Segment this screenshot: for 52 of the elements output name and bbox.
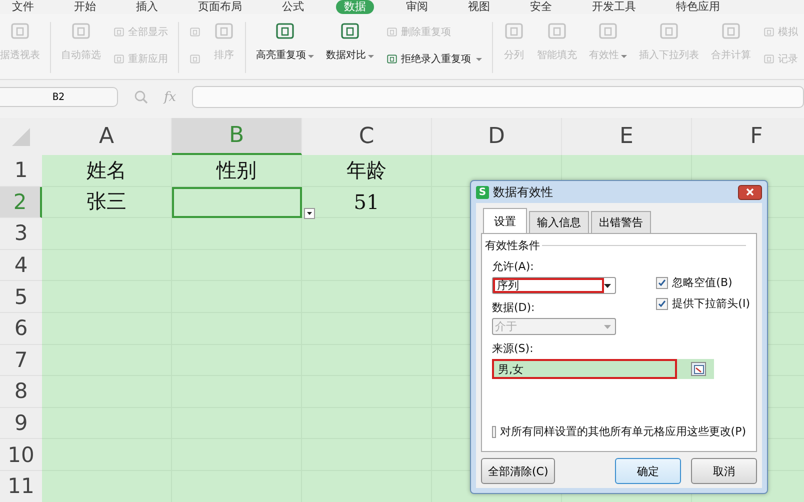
field-label: 数据(D): <box>492 300 536 315</box>
row-header[interactable]: 9 <box>0 408 42 440</box>
dialog-button[interactable]: 全部清除(C) <box>481 458 556 484</box>
column-header[interactable]: C <box>302 118 432 155</box>
menu-tab[interactable]: 公式 <box>274 0 312 14</box>
table-cell: 年龄 <box>302 155 432 187</box>
row-header[interactable]: 6 <box>0 312 42 345</box>
menu-tab[interactable]: 文件 <box>4 0 42 14</box>
row-header[interactable]: 10 <box>0 439 42 471</box>
checkbox-label: 提供下拉箭头(I) <box>672 296 750 311</box>
field-label: 允许(A): <box>492 259 535 274</box>
table-cell: 51 <box>302 186 432 218</box>
column-header[interactable]: D <box>432 118 562 155</box>
row-header[interactable]: 4 <box>0 250 42 282</box>
table-cell: 性别 <box>172 155 302 187</box>
ribbon-button[interactable]: 拒绝录入重复项 <box>386 52 482 66</box>
column-header[interactable]: F <box>692 118 804 155</box>
dialog-tab[interactable]: 设置 <box>483 208 527 234</box>
dialog-tab[interactable]: 出错警告 <box>591 211 651 233</box>
menu-tab[interactable]: 视图 <box>460 0 498 14</box>
function-label: fx <box>164 90 176 104</box>
table-cell: 张三 <box>42 186 172 218</box>
menu-tab[interactable]: 特色应用 <box>668 0 728 14</box>
field-label: 来源(S): <box>492 341 534 356</box>
checkbox-label: 对所有同样设置的其他所有单元格应用这些更改(P) <box>500 424 746 439</box>
checkbox-label: 忽略空值(B) <box>672 275 732 290</box>
row-header[interactable]: 1 <box>0 155 42 187</box>
select-field[interactable]: 序列 <box>492 277 616 294</box>
row-header[interactable]: 8 <box>0 376 42 408</box>
row-header[interactable]: 5 <box>0 281 42 313</box>
menu-tab[interactable]: 审阅 <box>398 0 436 14</box>
row-header[interactable]: 7 <box>0 344 42 376</box>
column-header[interactable]: A <box>42 118 172 155</box>
menu-tab[interactable]: 开发工具 <box>584 0 644 14</box>
table-cell: 姓名 <box>42 155 172 187</box>
menu-tab[interactable]: 开始 <box>66 0 104 14</box>
dialog-button[interactable]: 取消 <box>691 458 757 484</box>
row-header[interactable]: 3 <box>0 218 42 250</box>
name-box[interactable]: B2 <box>0 87 118 107</box>
ribbon-button[interactable]: 高亮重复项 <box>256 18 314 64</box>
menu-tab[interactable]: 页面布局 <box>190 0 250 14</box>
app-logo: S <box>476 186 489 198</box>
group-title: 有效性条件 <box>485 238 540 253</box>
column-header[interactable]: E <box>562 118 692 155</box>
dialog-tab[interactable]: 输入信息 <box>529 211 589 233</box>
dialog-button[interactable]: 确定 <box>615 458 681 484</box>
menu-tab[interactable]: 插入 <box>128 0 166 14</box>
dialog-title: 数据有效性 <box>493 184 554 200</box>
row-header[interactable]: 11 <box>0 470 42 502</box>
source-field[interactable]: 男,女 <box>492 359 677 379</box>
menu-tab[interactable]: 安全 <box>522 0 560 14</box>
ribbon-button[interactable]: 数据对比 <box>326 18 374 64</box>
